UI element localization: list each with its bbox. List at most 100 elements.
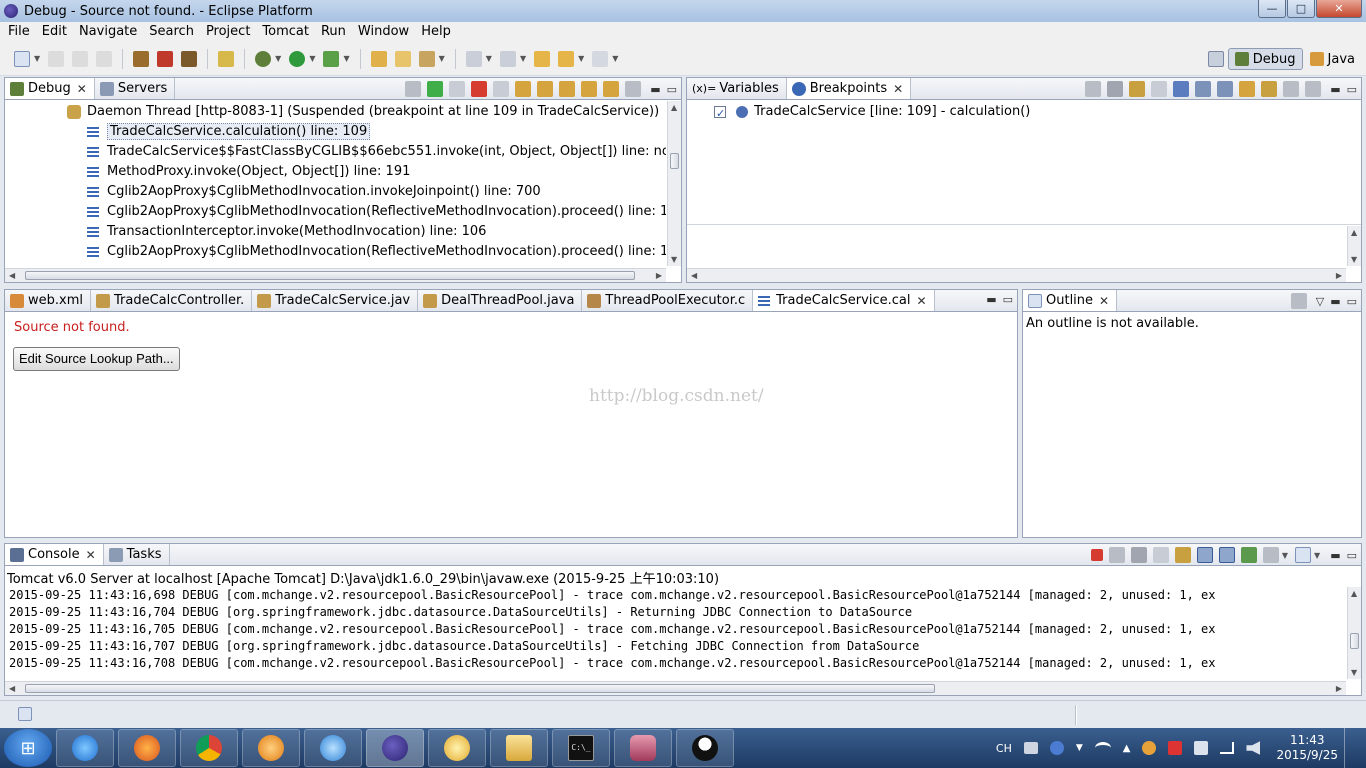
tray-app-icon[interactable]	[1142, 741, 1157, 755]
show-breakpoints-target-icon[interactable]	[1129, 81, 1146, 97]
scroll-thumb[interactable]	[670, 153, 679, 169]
minimize-view-icon[interactable]: ▬	[1330, 295, 1340, 308]
scroll-up-icon[interactable]: ▲	[1351, 228, 1357, 237]
detail-pane-divider[interactable]	[687, 224, 1361, 225]
remove-breakpoint-icon[interactable]	[1085, 81, 1102, 97]
scroll-thumb[interactable]	[1350, 633, 1359, 649]
close-icon[interactable]: ✕	[77, 82, 87, 96]
tab-threadpoolexecutor[interactable]: ThreadPoolExecutor.c	[582, 290, 754, 311]
taskbar-app-plane[interactable]	[304, 729, 362, 767]
link-with-debug-icon[interactable]	[1239, 81, 1256, 97]
show-hidden-icons-icon[interactable]: ▲	[1123, 743, 1131, 754]
suspend-icon[interactable]	[449, 81, 466, 97]
run-icon[interactable]	[289, 50, 306, 67]
taskbar-ie[interactable]	[56, 729, 114, 767]
save-icon[interactable]	[48, 50, 65, 67]
thread-node[interactable]: Daemon Thread [http-8083-1] (Suspended (…	[67, 102, 659, 122]
forward-icon[interactable]	[592, 50, 609, 67]
scroll-down-icon[interactable]: ▼	[1351, 255, 1357, 264]
scroll-thumb[interactable]	[25, 271, 635, 280]
print-icon[interactable]	[96, 50, 113, 67]
scroll-left-icon[interactable]: ◀	[691, 271, 697, 280]
keyboard-icon[interactable]	[1023, 742, 1038, 754]
close-icon[interactable]: ✕	[893, 82, 903, 96]
start-button[interactable]: ⊞	[4, 729, 52, 767]
menu-window[interactable]: Window	[352, 22, 415, 42]
chevron-down-icon[interactable]: ▼	[520, 54, 526, 63]
back-icon[interactable]	[558, 50, 575, 67]
console-output[interactable]: 2015-09-25 11:43:16,698 DEBUG [com.mchan…	[5, 587, 1346, 679]
signal-icon[interactable]	[1220, 742, 1235, 754]
tab-tradecalccontroller[interactable]: TradeCalcController.	[91, 290, 253, 311]
menu-edit[interactable]: Edit	[36, 22, 73, 42]
display-selected-console-icon[interactable]	[1262, 547, 1279, 563]
skip-all-breakpoints-icon[interactable]	[1173, 81, 1190, 97]
remove-terminated-icon[interactable]	[405, 81, 422, 97]
chevron-down-icon[interactable]: ▼	[1076, 743, 1083, 753]
maximize-view-icon[interactable]: ▭	[667, 83, 677, 96]
tab-web-xml[interactable]: web.xml	[5, 290, 91, 311]
tab-variables[interactable]: (x)= Variables	[687, 78, 787, 99]
use-step-filters-icon[interactable]	[603, 81, 620, 97]
menu-project[interactable]: Project	[200, 22, 256, 42]
maximize-view-icon[interactable]: ▭	[1347, 549, 1357, 562]
taskbar-database[interactable]	[614, 729, 672, 767]
add-exception-breakpoint-icon[interactable]	[1261, 81, 1278, 97]
taskbar-chrome[interactable]	[180, 729, 238, 767]
terminate-icon[interactable]	[1090, 549, 1103, 561]
clear-console-icon[interactable]	[1152, 547, 1169, 563]
chevron-down-icon[interactable]: ▼	[275, 54, 281, 63]
volume-icon[interactable]	[1246, 741, 1261, 755]
close-icon[interactable]: ✕	[916, 294, 926, 308]
tab-tradecalcservice-java[interactable]: TradeCalcService.jav	[252, 290, 419, 311]
scroll-right-icon[interactable]: ▶	[656, 271, 662, 280]
stack-frame[interactable]: TransactionInterceptor.invoke(MethodInvo…	[87, 222, 486, 242]
chevron-down-icon[interactable]: ▼	[439, 54, 445, 63]
scroll-left-icon[interactable]: ◀	[9, 684, 15, 693]
close-button[interactable]: ✕	[1316, 0, 1362, 18]
taskbar-app-clock[interactable]	[428, 729, 486, 767]
menu-navigate[interactable]: Navigate	[73, 22, 143, 42]
save-all-icon[interactable]	[72, 50, 89, 67]
tab-console[interactable]: Console ✕	[5, 544, 104, 565]
taskbar-firefox[interactable]	[118, 729, 176, 767]
scroll-down-icon[interactable]: ▼	[1351, 668, 1357, 677]
menu-file[interactable]: File	[2, 22, 36, 42]
open-console-icon[interactable]	[1295, 547, 1312, 563]
stack-frame[interactable]: Cglib2AopProxy$CglibMethodInvocation(Ref…	[87, 202, 666, 222]
stack-frame[interactable]: Cglib2AopProxy$CglibMethodInvocation(Ref…	[87, 242, 666, 262]
view-menu-icon[interactable]	[1283, 81, 1300, 97]
stack-frame[interactable]: Cglib2AopProxy$CglibMethodInvocation.inv…	[87, 182, 541, 202]
chevron-down-icon[interactable]: ▼	[612, 54, 618, 63]
help-icon[interactable]	[1049, 741, 1064, 755]
step-return-icon[interactable]	[559, 81, 576, 97]
close-icon[interactable]: ✕	[1099, 294, 1109, 308]
tab-tasks[interactable]: Tasks	[104, 544, 170, 565]
scroll-down-icon[interactable]: ▼	[671, 255, 677, 264]
maximize-view-icon[interactable]: ▭	[1347, 83, 1357, 96]
maximize-view-icon[interactable]: ▭	[1003, 293, 1013, 306]
resume-icon[interactable]	[427, 81, 444, 97]
tomcat-restart-icon[interactable]	[181, 50, 198, 67]
tab-breakpoints[interactable]: Breakpoints ✕	[786, 78, 912, 99]
go-to-file-icon[interactable]	[1151, 81, 1168, 97]
wifi-icon[interactable]	[1094, 742, 1111, 754]
tab-dealthreadpool[interactable]: DealThreadPool.java	[418, 290, 583, 311]
view-menu-icon[interactable]	[625, 81, 642, 97]
scroll-lock-icon[interactable]	[1174, 547, 1191, 563]
tomcat-start-icon[interactable]	[133, 50, 150, 67]
scroll-right-icon[interactable]: ▶	[1336, 271, 1342, 280]
view-menu-icon[interactable]	[1290, 293, 1307, 309]
step-into-icon[interactable]	[515, 81, 532, 97]
last-edit-icon[interactable]	[534, 50, 551, 67]
minimize-button[interactable]: —	[1258, 0, 1286, 18]
scroll-right-icon[interactable]: ▶	[1336, 684, 1342, 693]
chevron-down-icon[interactable]: ▼	[486, 54, 492, 63]
chevron-down-icon[interactable]: ▼	[578, 54, 584, 63]
taskbar-eclipse[interactable]	[366, 729, 424, 767]
skip-breakpoints-icon[interactable]	[218, 50, 235, 67]
remove-all-terminated-icon[interactable]	[1130, 547, 1147, 563]
stack-frame[interactable]: MethodProxy.invoke(Object, Object[]) lin…	[87, 162, 410, 182]
previous-annotation-icon[interactable]	[499, 50, 516, 67]
close-icon[interactable]: ✕	[86, 548, 96, 562]
